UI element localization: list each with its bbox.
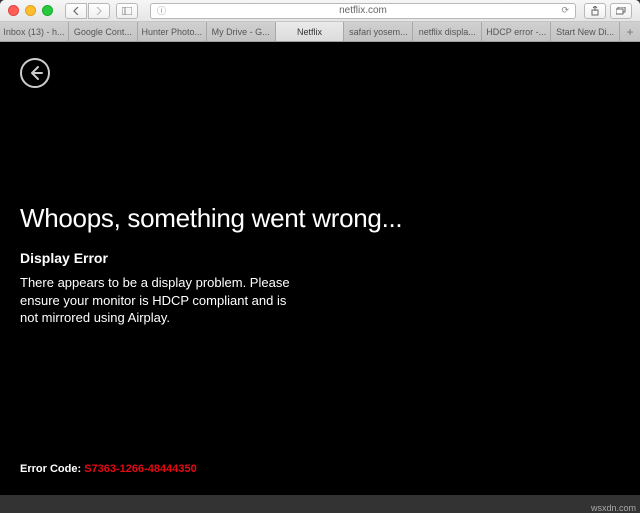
tab-hdcp-error[interactable]: HDCP error -... [482,22,551,41]
tabs-icon [616,7,626,15]
tab-label: Inbox (13) - h... [3,27,64,37]
arrow-left-icon [27,65,43,81]
tab-hunter-photo[interactable]: Hunter Photo... [138,22,207,41]
page-content: Whoops, something went wrong... Display … [0,42,640,495]
tab-safari-yosemite[interactable]: safari yosem... [344,22,413,41]
traffic-lights [8,5,53,16]
tabs-overview-button[interactable] [610,3,632,19]
error-code-label: Error Code: [20,463,84,475]
toolbar-right [584,3,632,19]
chevron-right-icon [96,7,102,15]
netflix-back-button[interactable] [20,58,50,88]
error-message: Whoops, something went wrong... Display … [20,203,620,327]
error-code-value: S7363-1266-48444350 [84,463,197,475]
address-text: netflix.com [339,5,387,16]
tab-start-new[interactable]: Start New Di... [551,22,620,41]
tab-label: HDCP error -... [486,27,546,37]
nav-back-button[interactable] [65,3,87,19]
tab-label: Hunter Photo... [141,27,202,37]
watermark: wsxdn.com [591,503,636,513]
nav-buttons [65,3,110,19]
browser-window: ⓘ netflix.com ⟳ Inbox (13) - h... Google… [0,0,640,495]
tab-bar: Inbox (13) - h... Google Cont... Hunter … [0,22,640,42]
share-icon [591,6,599,16]
titlebar: ⓘ netflix.com ⟳ [0,0,640,22]
chevron-left-icon [73,7,79,15]
site-info-icon[interactable]: ⓘ [157,4,166,17]
tab-label: My Drive - G... [212,27,270,37]
tab-inbox[interactable]: Inbox (13) - h... [0,22,69,41]
close-window-button[interactable] [8,5,19,16]
nav-forward-button[interactable] [88,3,110,19]
tab-label: Netflix [297,27,322,37]
new-tab-button[interactable]: + [620,22,640,41]
error-body: There appears to be a display problem. P… [20,274,300,327]
tab-netflix-display[interactable]: netflix displa... [413,22,482,41]
reload-button[interactable]: ⟳ [561,5,569,16]
tab-label: Start New Di... [556,27,614,37]
error-code-line: Error Code: S7363-1266-48444350 [20,463,197,475]
error-heading: Whoops, something went wrong... [20,203,620,234]
error-title: Display Error [20,250,620,266]
minimize-window-button[interactable] [25,5,36,16]
plus-icon: + [627,25,634,39]
address-bar[interactable]: ⓘ netflix.com ⟳ [150,3,576,19]
tab-netflix[interactable]: Netflix [276,22,345,41]
share-button[interactable] [584,3,606,19]
maximize-window-button[interactable] [42,5,53,16]
tab-google-contacts[interactable]: Google Cont... [69,22,138,41]
netflix-error-page: Whoops, something went wrong... Display … [6,48,634,489]
tab-label: safari yosem... [349,27,408,37]
sidebar-toggle-button[interactable] [116,3,138,19]
tab-label: Google Cont... [74,27,132,37]
tab-label: netflix displa... [419,27,476,37]
tab-my-drive[interactable]: My Drive - G... [207,22,276,41]
sidebar-icon [122,7,132,15]
